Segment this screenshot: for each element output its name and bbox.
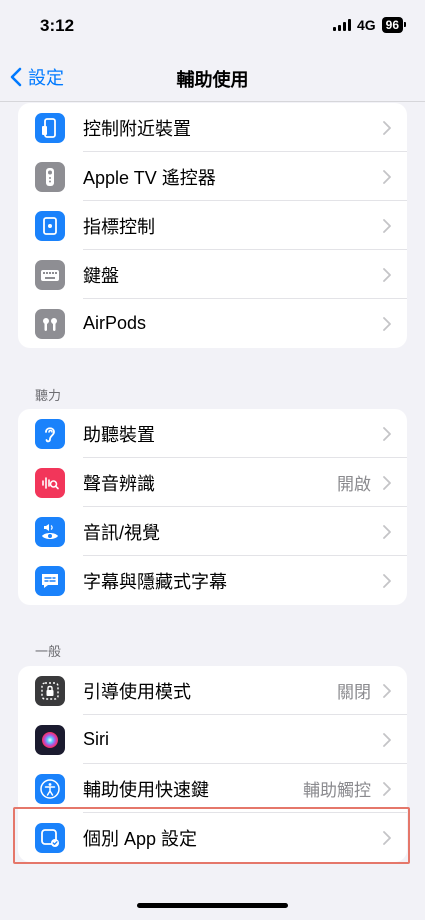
chevron-right-icon: [383, 427, 391, 441]
list-item-audio-visual[interactable]: 音訊/視覺: [18, 507, 407, 556]
sound-recognition-icon: [35, 468, 65, 498]
item-label: 鍵盤: [83, 265, 119, 286]
item-label: AirPods: [83, 313, 147, 333]
chevron-right-icon: [383, 317, 391, 331]
item-label: 引導使用模式: [83, 681, 191, 702]
chevron-right-icon: [383, 574, 391, 588]
status-indicators: 4G 96: [332, 17, 407, 33]
chevron-right-icon: [383, 219, 391, 233]
list-item-keyboard[interactable]: 鍵盤: [18, 250, 407, 299]
item-value: 輔助觸控: [303, 781, 371, 800]
lock-frame-icon: [35, 676, 65, 706]
section-header-hearing: 聽力: [35, 388, 62, 403]
item-label: Apple TV 遙控器: [83, 167, 216, 188]
list-item-siri[interactable]: Siri: [18, 715, 407, 764]
highlight-box: [13, 807, 410, 864]
chevron-right-icon: [383, 170, 391, 184]
list-item-guided-access[interactable]: 引導使用模式 關閉: [18, 666, 407, 715]
list-item-apple-tv-remote[interactable]: Apple TV 遙控器: [18, 152, 407, 201]
chevron-right-icon: [383, 733, 391, 747]
battery-icon: 96: [381, 17, 407, 33]
physical-motor-group: 控制附近裝置 Apple TV 遙控器 指標控制 鍵盤 AirPods: [18, 103, 407, 348]
ear-icon: [35, 419, 65, 449]
chevron-right-icon: [383, 121, 391, 135]
item-label: Siri: [83, 729, 109, 749]
audio-visual-icon: [35, 517, 65, 547]
item-label: 聲音辨識: [83, 473, 155, 494]
chevron-right-icon: [383, 268, 391, 282]
list-item-hearing-devices[interactable]: 助聽裝置: [18, 409, 407, 458]
item-label: 指標控制: [83, 216, 155, 237]
status-time: 3:12: [40, 16, 75, 35]
chevron-right-icon: [383, 525, 391, 539]
chevron-right-icon: [383, 684, 391, 698]
list-item-pointer-control[interactable]: 指標控制: [18, 201, 407, 250]
keyboard-icon: [35, 260, 65, 290]
item-label: 助聽裝置: [83, 424, 155, 445]
list-item-airpods[interactable]: AirPods: [18, 299, 407, 348]
airpods-icon: [35, 309, 65, 339]
list-item-accessibility-shortcut[interactable]: 輔助使用快速鍵 輔助觸控: [18, 764, 407, 813]
item-label: 控制附近裝置: [83, 118, 191, 139]
home-indicator[interactable]: [137, 903, 288, 908]
list-item-sound-recognition[interactable]: 聲音辨識 開啟: [18, 458, 407, 507]
accessibility-icon: [35, 774, 65, 804]
phone-remote-icon: [35, 113, 65, 143]
item-value: 關閉: [337, 683, 371, 702]
tv-remote-icon: [35, 162, 65, 192]
siri-icon: [35, 725, 65, 755]
chevron-right-icon: [383, 476, 391, 490]
hearing-group: 助聽裝置 聲音辨識 開啟 音訊/視覺 字幕與隱藏式字幕: [18, 409, 407, 605]
item-label: 字幕與隱藏式字幕: [83, 571, 227, 592]
chevron-right-icon: [383, 782, 391, 796]
section-header-general: 一般: [35, 644, 62, 659]
subtitles-icon: [35, 566, 65, 596]
item-label: 音訊/視覺: [83, 522, 161, 543]
page-title: 輔助使用: [176, 70, 249, 90]
navigation-bar: 設定 輔助使用: [0, 56, 425, 102]
list-item-subtitles[interactable]: 字幕與隱藏式字幕: [18, 556, 407, 605]
network-type: 4G: [356, 17, 376, 33]
item-value: 開啟: [337, 475, 371, 494]
status-bar: 3:12 4G 96: [0, 0, 425, 56]
cellular-signal-icon: [332, 19, 351, 31]
item-label: 輔助使用快速鍵: [83, 779, 209, 800]
list-item-control-nearby-devices[interactable]: 控制附近裝置: [18, 103, 407, 152]
pointer-icon: [35, 211, 65, 241]
